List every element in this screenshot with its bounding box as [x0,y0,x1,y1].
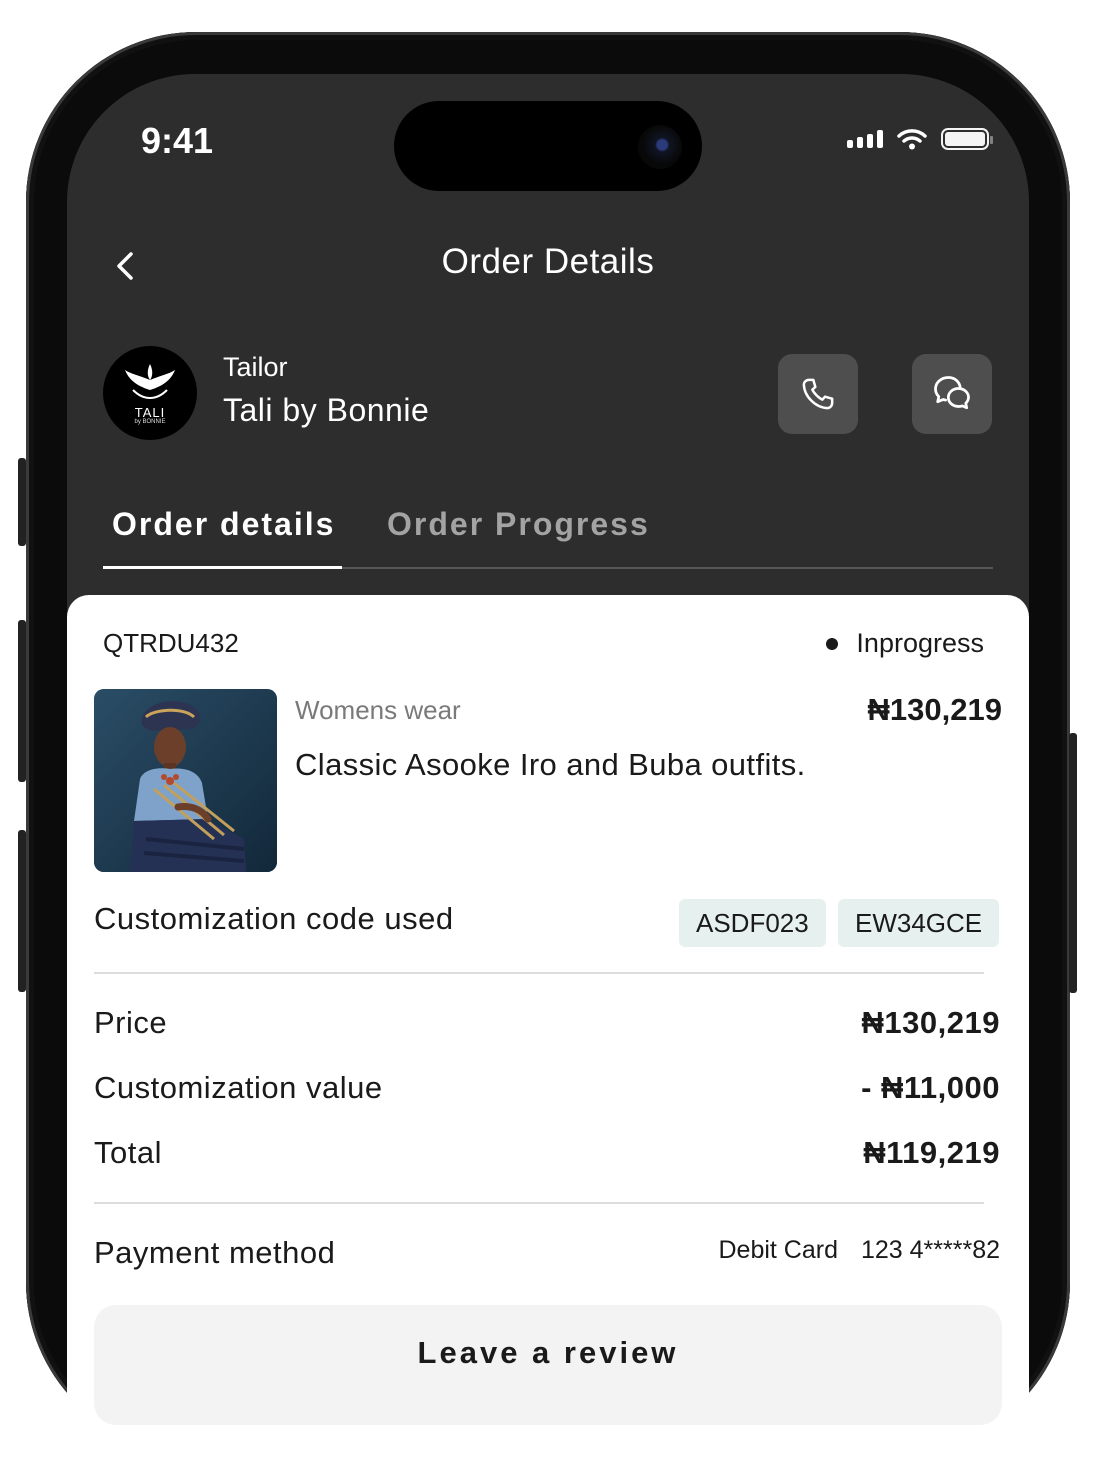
leave-review-label: Leave a review [417,1335,679,1370]
total-value: ₦119,219 [863,1135,1000,1170]
product-image[interactable] [94,689,277,872]
price-value: ₦130,219 [861,1005,1000,1040]
power-button [1069,733,1077,993]
phone-icon [802,378,834,410]
swan-logo-icon [125,364,175,400]
payment-type: Debit Card [718,1236,839,1264]
volume-up-button [18,620,26,782]
status-icons [847,128,993,150]
divider [94,1202,984,1204]
status-time: 9:41 [141,120,214,161]
active-tab-indicator [103,566,342,569]
vendor-logo-text: TALI [134,405,166,420]
customization-code-label: Customization code used [94,901,454,936]
product-price: ₦130,219 [867,692,1002,727]
payment-card-number: 123 4*****82 [860,1236,1000,1264]
total-label: Total [94,1135,162,1170]
order-code: QTRDU432 [103,628,239,658]
tab-order-progress[interactable]: Order Progress [387,506,650,543]
customization-value: - ₦11,000 [861,1070,1000,1105]
wifi-icon [897,129,927,150]
leave-review-button[interactable]: Leave a review [94,1305,1002,1425]
status-dot-icon [826,637,839,650]
camera-icon [638,125,682,169]
chat-button[interactable] [912,354,992,434]
dynamic-island [394,101,702,191]
customization-value-label: Customization value [94,1070,383,1105]
product-name: Classic Asooke Iro and Buba outfits. [295,747,806,782]
battery-icon [941,128,993,150]
signal-icon [847,130,883,148]
customization-code-chip: ASDF023 [679,899,826,947]
vendor-name: Tali by Bonnie [223,392,430,428]
divider [94,972,984,974]
customization-code-chip: EW34GCE [838,899,1000,947]
status-text: Inprogress [856,628,984,658]
order-card: QTRDU432 Inprogress Womens wear ₦130,219… [67,595,1029,1474]
payment-method-label: Payment method [94,1235,336,1270]
app-screen: 9:41 Order Details TALI by BONNIE Tailor… [67,74,1029,1474]
price-label: Price [94,1005,168,1040]
chat-icon [934,376,970,410]
status-badge: Inprogress [826,628,984,659]
call-button[interactable] [778,354,858,434]
vendor-avatar[interactable]: TALI by BONNIE [103,346,197,440]
page-title: Order Details [441,242,655,281]
vendor-role: Tailor [223,352,288,382]
tab-order-details[interactable]: Order details [112,506,335,543]
action-button [18,458,26,546]
vendor-logo-subtext: by BONNIE [134,419,166,425]
volume-down-button [18,830,26,992]
product-category: Womens wear [295,695,461,725]
product-photo [94,689,277,872]
